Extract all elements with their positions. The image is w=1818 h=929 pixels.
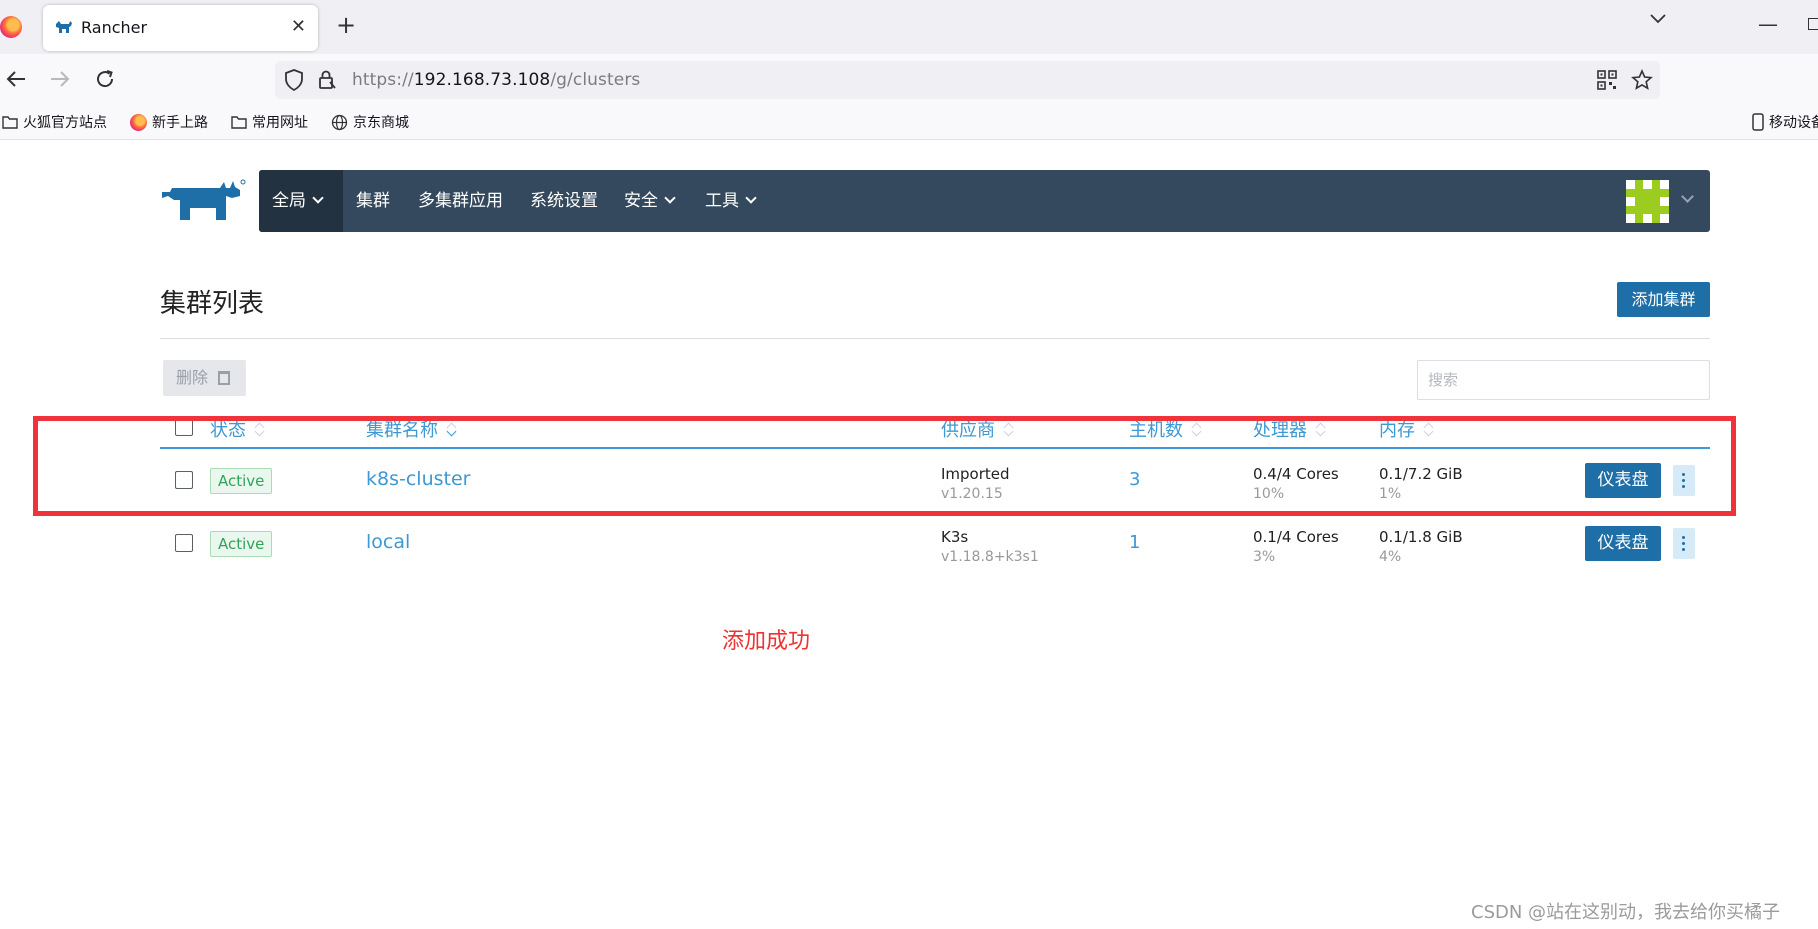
nav-item-multi-cluster-apps[interactable]: 多集群应用 <box>418 170 503 232</box>
bookmarks-bar: 火狐官方站点 新手上路 常用网址 京东商城 移动设备 <box>0 104 1818 140</box>
firefox-icon <box>130 113 147 131</box>
host-count-link[interactable]: 1 <box>1129 532 1140 553</box>
status-badge: Active <box>210 531 273 557</box>
page-title: 集群列表 <box>160 289 265 319</box>
nav-item-tools[interactable]: 工具 <box>705 170 757 232</box>
folder-icon <box>231 116 247 129</box>
minimize-window-icon[interactable]: — <box>1758 12 1778 36</box>
url-text[interactable]: https://192.168.73.108/g/clusters <box>352 70 640 90</box>
chevron-down-icon <box>312 192 324 204</box>
shield-icon[interactable] <box>284 69 304 91</box>
browser-tab-strip: Rancher ✕ + — <box>0 0 1818 54</box>
nav-item-clusters[interactable]: 集群 <box>356 170 390 232</box>
chevron-down-icon <box>745 192 757 204</box>
chevron-down-icon[interactable] <box>1681 190 1694 203</box>
cluster-name-link[interactable]: local <box>366 531 410 553</box>
bookmark-jd[interactable]: 京东商城 <box>331 112 409 132</box>
row-checkbox[interactable] <box>175 534 193 552</box>
tab-title: Rancher <box>81 18 148 37</box>
nav-global-dropdown[interactable]: 全局 <box>259 170 343 232</box>
lock-icon[interactable] <box>317 70 337 90</box>
delete-button[interactable]: 删除 <box>163 360 246 396</box>
bookmark-star-icon[interactable] <box>1631 69 1653 91</box>
divider <box>160 338 1710 339</box>
browser-nav-bar: https://192.168.73.108/g/clusters <box>0 54 1818 104</box>
rancher-logo[interactable] <box>160 178 246 224</box>
trash-icon <box>218 371 230 385</box>
more-actions-icon[interactable] <box>1673 528 1695 559</box>
chevron-down-icon <box>664 192 676 204</box>
memory-percent: 4% <box>1379 549 1402 565</box>
mobile-device-icon <box>1752 113 1764 131</box>
forward-arrow-icon[interactable] <box>50 70 70 88</box>
user-avatar[interactable] <box>1626 180 1669 223</box>
nav-item-security[interactable]: 安全 <box>624 170 676 232</box>
cpu-usage: 0.1/4 Cores <box>1253 528 1339 546</box>
bookmark-newbie[interactable]: 新手上路 <box>130 112 208 132</box>
provider-version: v1.18.8+k3s1 <box>941 549 1039 565</box>
watermark: CSDN @站在这别动，我去给你买橘子 <box>1471 902 1781 923</box>
bookmark-folder-common[interactable]: 常用网址 <box>231 112 308 132</box>
search-input[interactable] <box>1417 360 1710 400</box>
qr-code-icon[interactable] <box>1597 70 1617 90</box>
top-navigation: 全局 集群 多集群应用 系统设置 安全 工具 <box>259 170 1710 232</box>
cpu-percent: 3% <box>1253 549 1276 565</box>
firefox-pinned-tab-icon[interactable] <box>0 16 22 38</box>
maximize-window-icon[interactable] <box>1808 18 1818 30</box>
new-tab-icon[interactable]: + <box>336 11 356 39</box>
bookmark-mobile[interactable]: 移动设备 <box>1752 112 1818 132</box>
dashboard-button[interactable]: 仪表盘 <box>1585 526 1661 561</box>
rancher-favicon-icon <box>56 21 72 33</box>
close-tab-icon[interactable]: ✕ <box>291 16 306 37</box>
browser-tab-rancher[interactable]: Rancher ✕ <box>43 5 318 51</box>
folder-icon <box>2 116 18 129</box>
provider-name: K3s <box>941 528 969 546</box>
back-arrow-icon[interactable] <box>6 70 26 88</box>
bookmark-folder-huohu[interactable]: 火狐官方站点 <box>2 112 107 132</box>
annotation-text: 添加成功 <box>722 629 811 654</box>
add-cluster-button[interactable]: 添加集群 <box>1617 282 1710 317</box>
tab-list-chevron-icon[interactable] <box>1650 14 1666 24</box>
url-bar[interactable]: https://192.168.73.108/g/clusters <box>275 61 1660 99</box>
reload-icon[interactable] <box>94 68 116 90</box>
nav-item-settings[interactable]: 系统设置 <box>530 170 598 232</box>
memory-usage: 0.1/1.8 GiB <box>1379 528 1463 546</box>
globe-icon <box>331 114 348 130</box>
highlight-box <box>33 416 1736 516</box>
